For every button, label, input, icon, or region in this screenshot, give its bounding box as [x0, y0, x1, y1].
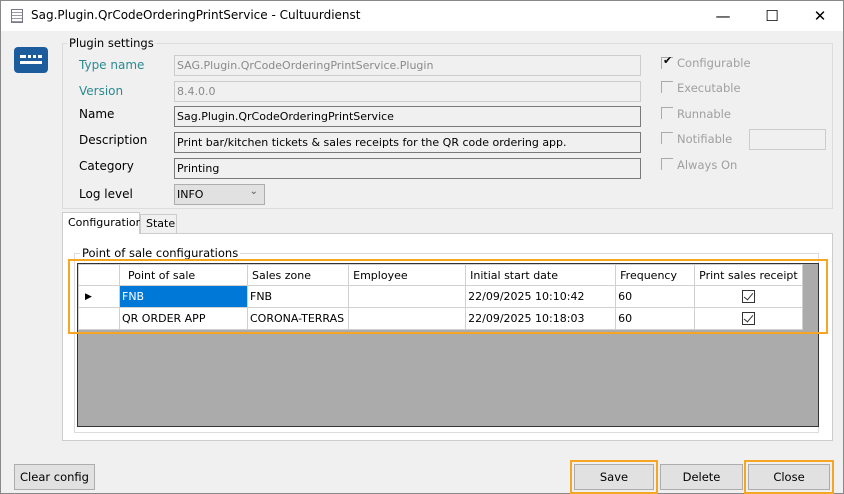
executable-label: Executable	[677, 81, 741, 95]
tab-configuration[interactable]: Configuration	[62, 212, 143, 234]
type-name-field: SAG.Plugin.QrCodeOrderingPrintService.Pl…	[174, 55, 641, 76]
version-field: 8.4.0.0	[174, 81, 641, 102]
plugin-window: Sag.Plugin.QrCodeOrderingPrintService - …	[0, 0, 844, 494]
notifiable-checkbox[interactable]	[661, 132, 673, 144]
notifiable-label: Notifiable	[677, 132, 733, 146]
pos-config-legend: Point of sale configurations	[80, 246, 241, 260]
description-label: Description	[79, 133, 148, 147]
title-bar: Sag.Plugin.QrCodeOrderingPrintService - …	[1, 1, 843, 31]
close-highlight-outline	[744, 460, 834, 494]
type-name-label: Type name	[79, 58, 145, 72]
configurable-checkbox[interactable]: ✔	[661, 54, 673, 69]
minimize-button[interactable]: —	[700, 1, 746, 31]
window-title: Sag.Plugin.QrCodeOrderingPrintService - …	[31, 8, 361, 22]
configurable-label: Configurable	[677, 56, 751, 70]
plugin-settings-legend: Plugin settings	[67, 36, 156, 50]
category-field[interactable]: Printing	[174, 158, 641, 179]
chevron-down-icon: ⌄	[249, 186, 258, 197]
save-highlight-outline	[570, 460, 658, 494]
maximize-button[interactable]: ☐	[749, 1, 795, 31]
log-level-label: Log level	[79, 187, 133, 201]
description-field[interactable]: Print bar/kitchen tickets & sales receip…	[174, 132, 641, 153]
runnable-label: Runnable	[677, 107, 731, 121]
close-window-button[interactable]: ✕	[797, 1, 843, 31]
runnable-checkbox[interactable]	[661, 107, 673, 119]
executable-checkbox[interactable]	[661, 81, 673, 93]
category-label: Category	[79, 159, 134, 173]
tab-state[interactable]: State	[140, 214, 177, 233]
delete-button[interactable]: Delete	[660, 464, 743, 490]
notifiable-field	[749, 129, 826, 150]
always-on-label: Always On	[677, 158, 738, 172]
log-level-select[interactable]: INFO ⌄	[174, 184, 265, 205]
name-field[interactable]: Sag.Plugin.QrCodeOrderingPrintService	[174, 106, 641, 127]
log-level-value: INFO	[177, 188, 204, 201]
always-on-checkbox[interactable]	[661, 158, 673, 170]
name-label: Name	[79, 107, 115, 121]
keyboard-icon	[14, 47, 48, 73]
clear-config-button[interactable]: Clear config	[14, 464, 95, 490]
version-label: Version	[79, 84, 124, 98]
app-icon	[11, 9, 23, 23]
grid-highlight-outline	[68, 259, 828, 334]
